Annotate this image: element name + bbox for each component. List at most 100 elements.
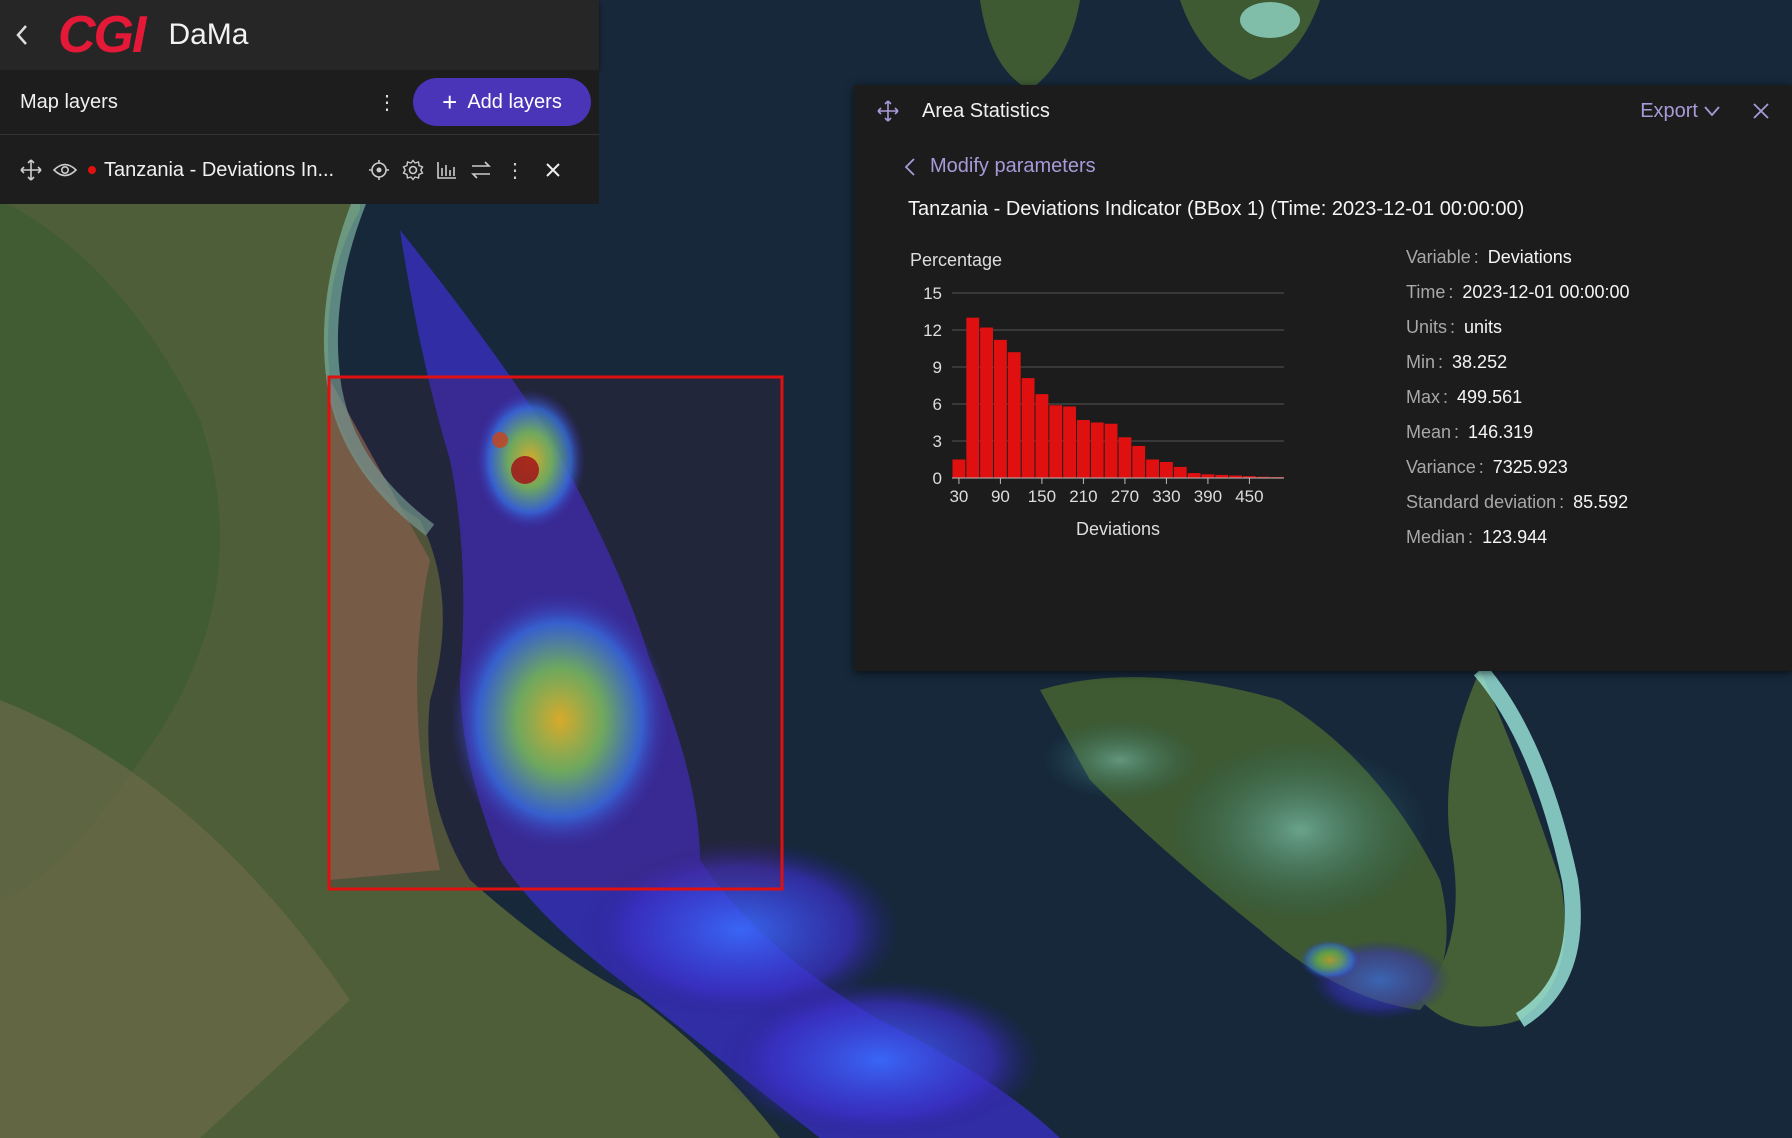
- drag-layer-handle[interactable]: [14, 153, 48, 187]
- crosshair-icon: [369, 160, 389, 180]
- add-layers-label: Add layers: [467, 90, 562, 113]
- x-tick-label: 30: [949, 487, 968, 506]
- statistic-value: units: [1464, 317, 1503, 337]
- app-name: DaMa: [168, 18, 249, 51]
- histogram-bar: [1035, 394, 1049, 478]
- statistic-separator: :: [1468, 527, 1474, 547]
- statistic-key: Median: [1406, 527, 1466, 547]
- app-header: CGI DaMa: [0, 0, 599, 70]
- x-axis-label: Deviations: [1076, 519, 1160, 539]
- statistic-key: Variable: [1406, 247, 1471, 267]
- y-tick-label: 15: [923, 284, 942, 303]
- histogram-bar: [966, 317, 980, 478]
- close-icon: [546, 163, 560, 177]
- statistic-value: 38.252: [1452, 352, 1508, 372]
- statistic-separator: :: [1478, 457, 1484, 477]
- histogram-bar: [1090, 422, 1104, 478]
- export-label: Export: [1640, 99, 1698, 122]
- add-layers-button[interactable]: + Add layers: [413, 78, 591, 126]
- statistics-subtitle: Tanzania - Deviations Indicator (BBox 1)…: [908, 198, 1525, 220]
- y-axis-label: Percentage: [910, 250, 1002, 270]
- export-button[interactable]: Export: [1640, 100, 1720, 123]
- layer-more-button[interactable]: ⋮: [498, 153, 532, 187]
- chevron-left-icon: [16, 25, 27, 45]
- statistic-key: Max: [1406, 387, 1441, 407]
- eye-icon: [53, 163, 77, 177]
- histogram-svg: Percentage 0 3 6 9 12 15 30 90 150 210 270 330 390 450…: [910, 250, 1284, 539]
- statistic-row: Median:123.944: [1406, 520, 1630, 555]
- move-icon: [877, 100, 899, 122]
- statistic-key: Min: [1406, 352, 1436, 372]
- histogram-bar: [1104, 423, 1118, 478]
- x-tick-label: 450: [1235, 487, 1263, 506]
- layers-panel-header: Map layers ⋮ + Add layers: [0, 70, 599, 135]
- gear-icon: [402, 159, 424, 181]
- statistic-key: Variance: [1406, 457, 1476, 477]
- back-button[interactable]: [0, 0, 44, 70]
- histogram-bar: [994, 339, 1007, 478]
- statistic-separator: :: [1450, 317, 1456, 337]
- drag-panel-handle[interactable]: [870, 93, 906, 129]
- x-tick-label: 270: [1111, 487, 1139, 506]
- plus-icon: +: [442, 87, 458, 117]
- statistic-value: 123.944: [1482, 527, 1548, 547]
- statistic-value: 7325.923: [1492, 457, 1568, 477]
- statistic-row: Min:38.252: [1406, 345, 1630, 380]
- statistic-row: Standard deviation:85.592: [1406, 485, 1630, 520]
- histogram-bar: [1201, 474, 1215, 478]
- area-statistics-title: Area Statistics: [922, 99, 1050, 122]
- toggle-visibility-button[interactable]: [48, 153, 82, 187]
- statistic-row: Mean:146.319: [1406, 415, 1630, 450]
- statistic-separator: :: [1473, 247, 1479, 267]
- statistic-value: 85.592: [1573, 492, 1629, 512]
- histogram-bar: [1118, 437, 1132, 478]
- histogram-chart: Percentage 0 3 6 9 12 15 30 90 150 210 270 330 390 450…: [894, 237, 1294, 617]
- area-statistics-header: Area Statistics Export: [854, 85, 1792, 137]
- statistic-row: Variable: Deviations: [1406, 240, 1630, 275]
- x-tick-label: 330: [1152, 487, 1180, 506]
- x-tick-label: 210: [1069, 487, 1097, 506]
- bbox-rectangle[interactable]: [327, 375, 784, 891]
- y-tick-label: 6: [933, 395, 942, 414]
- bar-chart-icon: [437, 162, 456, 179]
- modify-parameters-label: Modify parameters: [930, 155, 1096, 177]
- statistic-key: Time: [1406, 282, 1446, 302]
- histogram-bar: [1077, 420, 1090, 478]
- statistic-separator: :: [1443, 387, 1449, 407]
- statistic-key: Mean: [1406, 422, 1452, 442]
- histogram-bar: [1132, 445, 1146, 478]
- statistic-separator: :: [1438, 352, 1444, 372]
- x-tick-label: 390: [1194, 487, 1222, 506]
- cgi-logo: CGI: [58, 6, 146, 64]
- x-tick-label: 90: [991, 487, 1010, 506]
- layer-row[interactable]: Tanzania - Deviations In... ⋮: [0, 135, 599, 205]
- statistic-separator: :: [1454, 422, 1460, 442]
- y-tick-label: 9: [933, 358, 942, 377]
- compare-layer-button[interactable]: [464, 153, 498, 187]
- statistic-row: Time:2023-12-01 00:00:00: [1406, 275, 1630, 310]
- modify-parameters-link[interactable]: Modify parameters: [904, 155, 1096, 178]
- histogram-bar: [1173, 466, 1187, 478]
- histogram-bar: [1049, 405, 1063, 478]
- area-statistics-panel: Area Statistics Export Modify parameters…: [854, 85, 1792, 671]
- more-vertical-icon: ⋮: [505, 159, 525, 182]
- statistic-value: 146.319: [1468, 422, 1534, 442]
- layer-settings-button[interactable]: [396, 153, 430, 187]
- histogram-bar: [1146, 459, 1159, 478]
- remove-layer-button[interactable]: [536, 153, 570, 187]
- histogram-bar: [1063, 406, 1076, 478]
- zoom-to-layer-button[interactable]: [362, 153, 396, 187]
- move-icon: [20, 159, 42, 181]
- statistic-row: Units: units: [1406, 310, 1630, 345]
- more-vertical-icon: ⋮: [377, 91, 397, 114]
- y-tick-label: 12: [923, 321, 942, 340]
- statistic-key: Standard deviation: [1406, 492, 1557, 512]
- close-panel-button[interactable]: [1746, 96, 1776, 126]
- histogram-bar: [1021, 378, 1035, 478]
- histogram-bar: [1187, 473, 1201, 478]
- statistic-value: 2023-12-01 00:00:00: [1462, 282, 1630, 302]
- layers-menu-button[interactable]: ⋮: [373, 84, 401, 120]
- statistic-value: Deviations: [1487, 247, 1572, 267]
- histogram-bar: [1007, 352, 1021, 478]
- layer-statistics-button[interactable]: [430, 153, 464, 187]
